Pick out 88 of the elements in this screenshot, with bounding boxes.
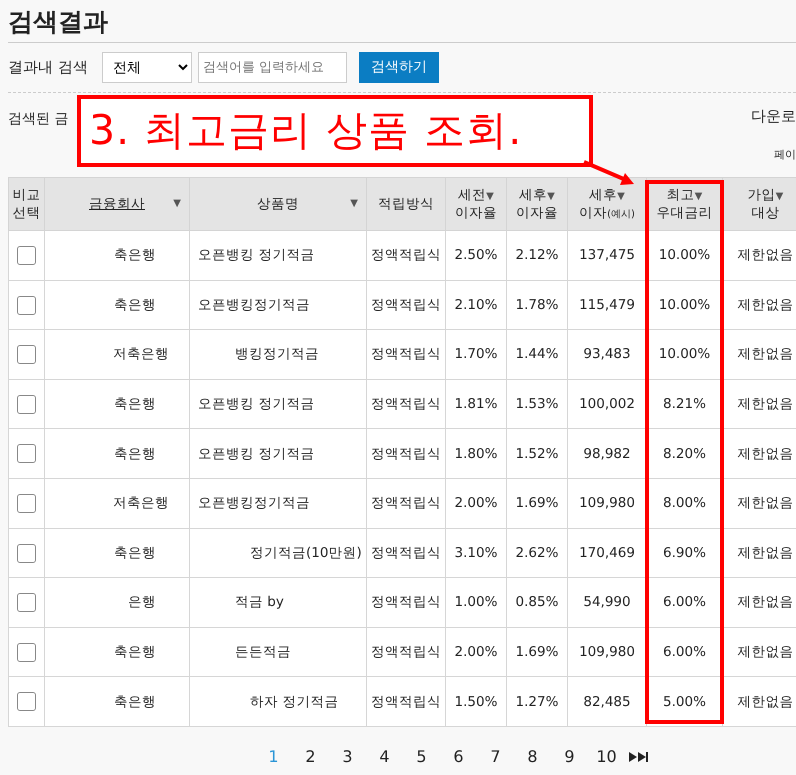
table-cell: 1.78%: [506, 280, 568, 330]
table-cell: 정기적금(10만원): [190, 528, 366, 578]
checkbox[interactable]: [17, 296, 36, 315]
table-cell: 축은행: [44, 379, 190, 429]
table-cell: 1.27%: [506, 676, 568, 726]
table-cell: 오픈뱅킹 정기적금: [190, 230, 366, 280]
table-cell: 1.69%: [506, 478, 568, 528]
checkbox[interactable]: [17, 246, 36, 265]
table-cell: 오픈뱅킹 정기적금: [190, 379, 366, 429]
checkbox[interactable]: [17, 544, 36, 563]
table-cell: 정액적립식: [366, 478, 446, 528]
page-link[interactable]: 3: [329, 744, 366, 769]
checkbox[interactable]: [17, 494, 36, 513]
table-cell: 축은행: [44, 280, 190, 330]
page-link[interactable]: 4: [366, 744, 403, 769]
table-cell: 1.52%: [506, 428, 568, 478]
table-cell: 1.69%: [506, 627, 568, 677]
checkbox[interactable]: [17, 642, 36, 662]
table-cell: 은행: [44, 578, 190, 628]
table-cell: 오픈뱅킹정기적금: [190, 478, 366, 528]
scope-select[interactable]: 전체: [102, 52, 192, 83]
callout-arrow: [583, 160, 634, 185]
table-cell: 든든적금: [190, 627, 366, 677]
page-link[interactable]: 6: [440, 744, 477, 769]
table-cell: 저축은행: [44, 330, 190, 380]
table-cell: 정액적립식: [366, 578, 446, 628]
checkbox[interactable]: [17, 394, 36, 414]
search-field[interactable]: 검색어를 입력하세요: [198, 52, 347, 83]
table-cell: 정액적립식: [366, 428, 446, 478]
table-cell: 적금 by: [190, 578, 366, 628]
column-header: 비교 선택: [8, 178, 44, 230]
table-cell: 정액적립식: [366, 230, 446, 280]
table-cell: 뱅킹정기적금: [190, 330, 366, 380]
table-cell: 축은행: [44, 528, 190, 578]
next-last-icon[interactable]: [629, 752, 649, 762]
table-cell: 정액적립식: [366, 330, 446, 380]
table-cell: 축은행: [44, 230, 190, 280]
table-cell: 정액적립식: [366, 528, 446, 578]
page-link[interactable]: 10: [588, 744, 625, 769]
table-cell: 0.85%: [506, 578, 568, 628]
download-link[interactable]: 다운로: [751, 105, 796, 128]
table-cell: 1.00%: [446, 578, 506, 628]
annotation-callout: 3. 최고금리 상품 조회.: [77, 95, 593, 167]
checkbox[interactable]: [17, 444, 36, 464]
table-cell: 축은행: [44, 428, 190, 478]
table-cell: 1.70%: [446, 330, 506, 380]
table-cell: 2.50%: [446, 230, 506, 280]
page-link[interactable]: 2: [292, 744, 329, 769]
column-header[interactable]: 가입▼ 대상: [722, 178, 796, 230]
page-link[interactable]: 9: [551, 744, 588, 769]
column-header: 적립방식: [366, 178, 446, 230]
search-button[interactable]: 검색하기: [358, 52, 439, 83]
column-header[interactable]: 세후▼ 이자율: [506, 178, 568, 230]
table-cell: 정액적립식: [366, 280, 446, 330]
table-cell: 오픈뱅킹 정기적금: [190, 428, 366, 478]
search-label: 결과내 검색: [8, 57, 88, 78]
column-header[interactable]: 상품명 ▼: [190, 178, 366, 230]
checkbox[interactable]: [17, 593, 36, 612]
table-cell: 저축은행: [44, 478, 190, 528]
table-cell: 2.00%: [446, 627, 506, 677]
table-cell: 3.10%: [446, 528, 506, 578]
column-header[interactable]: 세후▼ 이자(예시): [568, 178, 646, 230]
table-cell: 오픈뱅킹정기적금: [190, 280, 366, 330]
table-cell: 1.80%: [446, 428, 506, 478]
table-cell: 축은행: [44, 676, 190, 726]
page-link[interactable]: 5: [403, 744, 440, 769]
table-cell: 정액적립식: [366, 379, 446, 429]
checkbox[interactable]: [17, 345, 36, 364]
column-header[interactable]: 세전▼ 이자율: [446, 178, 506, 230]
table-cell: 축은행: [44, 627, 190, 677]
table-cell: 1.44%: [506, 330, 568, 380]
page-link[interactable]: 7: [477, 744, 514, 769]
table-cell: 2.00%: [446, 478, 506, 528]
page-link[interactable]: 8: [514, 744, 551, 769]
table-cell: 하자 정기적금: [190, 676, 366, 726]
table-cell: 2.10%: [446, 280, 506, 330]
column-header[interactable]: 금융회사 ▼: [44, 178, 190, 230]
table-cell: 2.12%: [506, 230, 568, 280]
table-cell: 1.50%: [446, 676, 506, 726]
page-label: 페이: [774, 147, 796, 163]
result-label: 검색된 금: [8, 110, 68, 129]
table-cell: 정액적립식: [366, 627, 446, 677]
table-cell: 1.53%: [506, 379, 568, 429]
table-cell: 정액적립식: [366, 676, 446, 726]
table-cell: 1.81%: [446, 379, 506, 429]
checkbox[interactable]: [17, 692, 36, 712]
page-title: 검색결과: [8, 6, 109, 38]
table-cell: 2.62%: [506, 528, 568, 578]
